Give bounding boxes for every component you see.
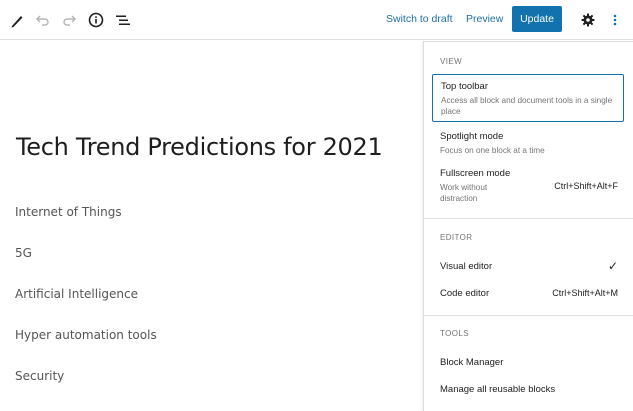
- preview-link[interactable]: Preview: [466, 13, 503, 25]
- menu-divider: [424, 315, 633, 316]
- menu-item-fullscreen-mode[interactable]: Fullscreen mode Work without distraction…: [440, 168, 626, 204]
- menu-item-label: Block Manager: [440, 357, 504, 368]
- paragraph-block[interactable]: Security: [15, 369, 64, 383]
- menu-item-top-toolbar[interactable]: Top toolbar Access all block and documen…: [432, 74, 624, 122]
- menu-item-label: Fullscreen mode: [440, 168, 511, 179]
- menu-divider: [424, 218, 633, 219]
- post-title[interactable]: Tech Trend Predictions for 2021: [16, 133, 383, 161]
- view-section-heading: VIEW: [440, 57, 463, 66]
- paragraph-block[interactable]: 5G: [15, 246, 32, 260]
- menu-item-label: Top toolbar: [441, 81, 489, 92]
- paragraph-block[interactable]: Hyper automation tools: [15, 328, 157, 342]
- menu-item-code-editor[interactable]: Code editor Ctrl+Shift+Alt+M: [440, 288, 626, 299]
- checkmark-icon: ✓: [607, 259, 618, 273]
- options-menu: VIEW Top toolbar Access all block and do…: [423, 41, 633, 411]
- tools-section-heading: TOOLS: [440, 329, 469, 338]
- editor-canvas: Tech Trend Predictions for 2021 Internet…: [0, 41, 424, 411]
- undo-icon[interactable]: [31, 8, 55, 32]
- menu-item-description: Focus on one block at a time: [440, 146, 545, 155]
- shortcut-label: Ctrl+Shift+Alt+M: [552, 288, 618, 298]
- switch-to-draft-link[interactable]: Switch to draft: [386, 13, 453, 25]
- info-icon[interactable]: [84, 8, 108, 32]
- menu-item-manage-reusable-blocks[interactable]: Manage all reusable blocks: [440, 384, 626, 395]
- pen-icon[interactable]: [5, 8, 29, 32]
- menu-item-description: Access all block and document tools in a…: [441, 96, 613, 116]
- menu-item-description: Work without distraction: [440, 183, 488, 203]
- paragraph-block[interactable]: Internet of Things: [15, 205, 122, 219]
- update-button[interactable]: Update: [512, 6, 562, 32]
- menu-item-label: Spotlight mode: [440, 131, 504, 142]
- redo-icon[interactable]: [57, 8, 81, 32]
- editor-header: Switch to draft Preview Update: [0, 0, 633, 40]
- editor-section-heading: EDITOR: [440, 233, 473, 242]
- menu-item-spotlight-mode[interactable]: Spotlight mode Focus on one block at a t…: [440, 131, 626, 156]
- kebab-icon[interactable]: [603, 8, 627, 32]
- menu-item-block-manager[interactable]: Block Manager: [440, 357, 626, 368]
- shortcut-label: Ctrl+Shift+Alt+F: [554, 181, 618, 191]
- gear-icon[interactable]: [576, 8, 600, 32]
- menu-item-label: Visual editor: [440, 261, 493, 272]
- list-view-icon[interactable]: [111, 8, 135, 32]
- menu-item-label: Manage all reusable blocks: [440, 384, 556, 395]
- paragraph-block[interactable]: Artificial Intelligence: [15, 287, 138, 301]
- menu-item-visual-editor[interactable]: Visual editor ✓: [440, 259, 626, 273]
